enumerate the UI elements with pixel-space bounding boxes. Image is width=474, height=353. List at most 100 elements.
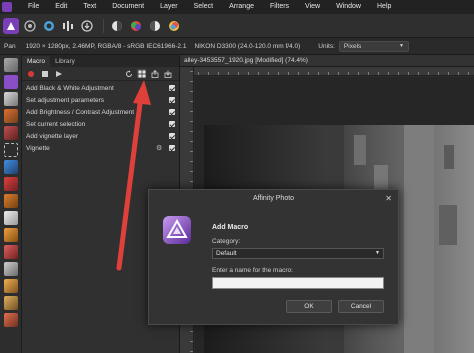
- tab-library[interactable]: Library: [50, 56, 80, 67]
- export-icon: [151, 69, 158, 78]
- cancel-button[interactable]: Cancel: [338, 300, 384, 313]
- ruler-tick: [358, 72, 359, 75]
- menu-file[interactable]: File: [14, 0, 47, 14]
- clone-brush-icon[interactable]: [4, 245, 18, 259]
- chevron-down-icon: ▼: [398, 42, 404, 49]
- macro-step[interactable]: Set adjustment parameters: [22, 94, 179, 106]
- chevron-down-icon: ▼: [375, 250, 380, 256]
- auto-contrast-icon[interactable]: [128, 18, 144, 34]
- selection-brush-icon[interactable]: [4, 109, 18, 123]
- step-enabled-checkbox[interactable]: [169, 97, 175, 103]
- ruler-tick: [190, 351, 193, 352]
- macro-step[interactable]: Add Brightness / Contrast Adjustment: [22, 106, 179, 118]
- move-tool-icon[interactable]: [4, 58, 18, 72]
- step-enabled-checkbox[interactable]: [169, 133, 175, 139]
- menu-view[interactable]: View: [297, 0, 328, 14]
- photo-persona-icon[interactable]: [3, 17, 19, 34]
- menu-window[interactable]: Window: [328, 0, 369, 14]
- auto-levels-icon[interactable]: [109, 18, 125, 34]
- macro-step[interactable]: Vignette ⚙: [22, 142, 179, 154]
- pen-tool-icon[interactable]: [4, 296, 18, 310]
- tone-mapping-persona-icon[interactable]: [60, 18, 76, 34]
- macro-toolbar-right: [124, 69, 176, 78]
- menu-edit[interactable]: Edit: [47, 0, 75, 14]
- library-grid-icon: [138, 70, 145, 77]
- ruler-tick: [268, 72, 269, 75]
- ruler-tick: [190, 121, 193, 122]
- record-button[interactable]: [26, 69, 35, 78]
- auto-white-balance-icon[interactable]: [166, 18, 182, 34]
- menu-filters[interactable]: Filters: [262, 0, 297, 14]
- macro-step[interactable]: Set current selection: [22, 118, 179, 130]
- step-enabled-checkbox[interactable]: [169, 145, 175, 151]
- shape-tool-icon[interactable]: [4, 313, 18, 327]
- close-icon[interactable]: ✕: [385, 190, 392, 208]
- ok-button[interactable]: OK: [286, 300, 332, 313]
- ruler-tick: [248, 72, 249, 75]
- tab-macro[interactable]: Macro: [22, 56, 51, 67]
- play-button[interactable]: [54, 69, 63, 78]
- ruler-tick: [218, 72, 219, 75]
- macro-name-input[interactable]: [212, 277, 384, 289]
- macro-step-label: Set current selection: [26, 120, 86, 128]
- menu-layer[interactable]: Layer: [152, 0, 186, 14]
- menu-arrange[interactable]: Arrange: [221, 0, 262, 14]
- menu-document[interactable]: Document: [104, 0, 152, 14]
- export-macro-button[interactable]: [150, 69, 159, 78]
- step-enabled-checkbox[interactable]: [169, 121, 175, 127]
- menu-text[interactable]: Text: [75, 0, 104, 14]
- gear-icon[interactable]: ⚙: [156, 144, 162, 152]
- macro-step-label: Set adjustment parameters: [26, 96, 105, 104]
- auto-colors-icon[interactable]: [147, 18, 163, 34]
- ruler-tick: [328, 72, 329, 75]
- step-enabled-checkbox[interactable]: [169, 85, 175, 91]
- dialog-window-title: Affinity Photo: [252, 195, 295, 202]
- horizontal-ruler: [194, 67, 474, 76]
- flood-select-icon[interactable]: [4, 126, 18, 140]
- erase-brush-icon[interactable]: [4, 211, 18, 225]
- tools-panel: [0, 55, 22, 353]
- add-to-library-button[interactable]: [137, 69, 146, 78]
- fill-tool-icon[interactable]: [4, 160, 18, 174]
- ruler-tick: [368, 72, 369, 75]
- ruler-tick: [238, 72, 239, 75]
- menu-bar: File Edit Text Document Layer Select Arr…: [0, 0, 474, 14]
- marquee-tool-icon[interactable]: [4, 143, 18, 157]
- menu-select[interactable]: Select: [186, 0, 221, 14]
- macro-step[interactable]: Add vignette layer: [22, 130, 179, 142]
- color-replacement-icon[interactable]: [4, 194, 18, 208]
- ruler-tick: [278, 72, 279, 75]
- document-tab[interactable]: alley-3453557_1920.jpg [Modified] (74.4%…: [180, 55, 474, 67]
- export-persona-icon[interactable]: [79, 18, 95, 34]
- liquify-persona-icon[interactable]: [22, 18, 38, 34]
- blur-brush-icon[interactable]: [4, 279, 18, 293]
- macro-step[interactable]: Add Black & White Adjustment: [22, 82, 179, 94]
- paint-brush-icon[interactable]: [4, 177, 18, 191]
- refresh-icon: [125, 69, 132, 77]
- develop-persona-icon[interactable]: [41, 18, 57, 34]
- tool-name: Pan: [4, 42, 16, 50]
- app-logo-icon: [0, 0, 14, 14]
- ruler-tick: [190, 181, 193, 182]
- category-select[interactable]: Default ▼: [212, 248, 384, 259]
- units-label: Units:: [318, 42, 335, 50]
- ruler-tick: [190, 101, 193, 102]
- import-macro-button[interactable]: [163, 69, 172, 78]
- stop-button[interactable]: [40, 69, 49, 78]
- dialog-heading: Add Macro: [212, 224, 249, 231]
- pan-tool-icon[interactable]: [4, 75, 18, 89]
- ruler-tick: [418, 72, 419, 75]
- crop-tool-icon[interactable]: [4, 92, 18, 106]
- menu-help[interactable]: Help: [369, 0, 399, 14]
- dodge-brush-icon[interactable]: [4, 228, 18, 242]
- units-select[interactable]: Pixels ▼: [338, 40, 409, 52]
- stop-icon: [41, 70, 48, 77]
- healing-brush-icon[interactable]: [4, 262, 18, 276]
- clear-macro-button[interactable]: [124, 69, 133, 78]
- building-shape: [354, 135, 366, 165]
- step-enabled-checkbox[interactable]: [169, 109, 175, 115]
- panel-tabs: Macro Library: [22, 55, 179, 67]
- ruler-tick: [190, 161, 193, 162]
- macro-step-label: Add Black & White Adjustment: [26, 84, 114, 92]
- toolbar-divider: [103, 18, 104, 33]
